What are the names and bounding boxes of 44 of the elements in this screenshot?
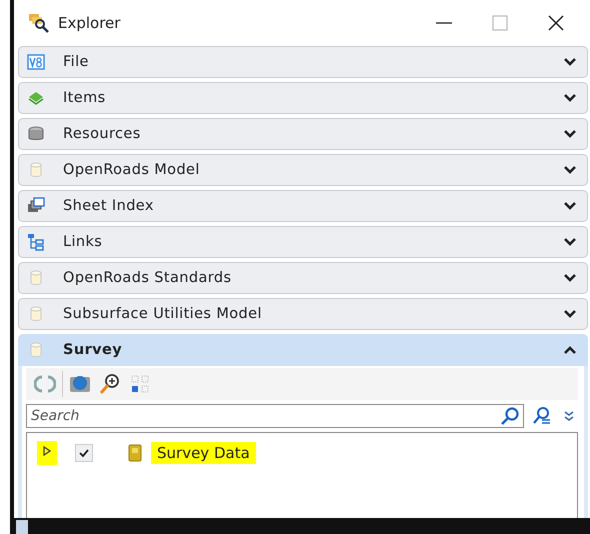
section-header[interactable]: Links <box>18 226 588 258</box>
sphere-icon[interactable] <box>69 373 91 395</box>
section-header[interactable]: Items <box>18 82 588 114</box>
double-chevron-icon[interactable] <box>562 409 576 423</box>
database-icon <box>27 125 45 143</box>
chevron-down-icon <box>563 165 577 175</box>
section-header[interactable]: File <box>18 46 588 78</box>
section-label: Items <box>63 90 106 106</box>
section-label: File <box>63 54 89 70</box>
section-header[interactable]: Sheet Index <box>18 190 588 222</box>
section-label: Subsurface Utilities Model <box>63 306 262 322</box>
chevron-down-icon <box>563 309 577 319</box>
chevron-down-icon <box>563 93 577 103</box>
chevron-down-icon <box>563 57 577 67</box>
hierarchy-icon <box>27 233 45 251</box>
search-field[interactable]: Search <box>26 404 524 428</box>
chevron-down-icon <box>563 201 577 211</box>
search-icon[interactable] <box>500 406 520 426</box>
folder-search-icon <box>28 12 50 34</box>
layers-icon <box>27 89 45 107</box>
user-search-icon[interactable] <box>532 406 552 426</box>
section-header[interactable]: OpenRoads Standards <box>18 262 588 294</box>
chevron-down-icon <box>563 273 577 283</box>
section-label: Links <box>63 234 102 250</box>
zoom-in-icon[interactable] <box>99 373 121 395</box>
sheets-icon <box>27 197 45 215</box>
checked-checkbox[interactable] <box>75 444 93 462</box>
chevron-down-icon <box>563 129 577 139</box>
section-label: Survey <box>63 342 122 358</box>
tree-item-label[interactable]: Survey Data <box>151 442 256 464</box>
section-header[interactable]: Subsurface Utilities Model <box>18 298 588 330</box>
section-label: OpenRoads Model <box>63 162 200 178</box>
section-label: Resources <box>63 126 141 142</box>
grid-icon[interactable] <box>129 373 151 395</box>
chevron-down-icon <box>563 237 577 247</box>
section-label: Sheet Index <box>63 198 154 214</box>
section-header[interactable]: Survey <box>18 334 588 366</box>
section-header[interactable]: Resources <box>18 118 588 150</box>
v8-file-icon <box>27 53 45 71</box>
section-label: OpenRoads Standards <box>63 270 232 286</box>
chevron-up-icon <box>563 345 577 355</box>
section-header[interactable]: OpenRoads Model <box>18 154 588 186</box>
window-title: Explorer <box>58 14 120 32</box>
folder-icon <box>127 444 143 462</box>
